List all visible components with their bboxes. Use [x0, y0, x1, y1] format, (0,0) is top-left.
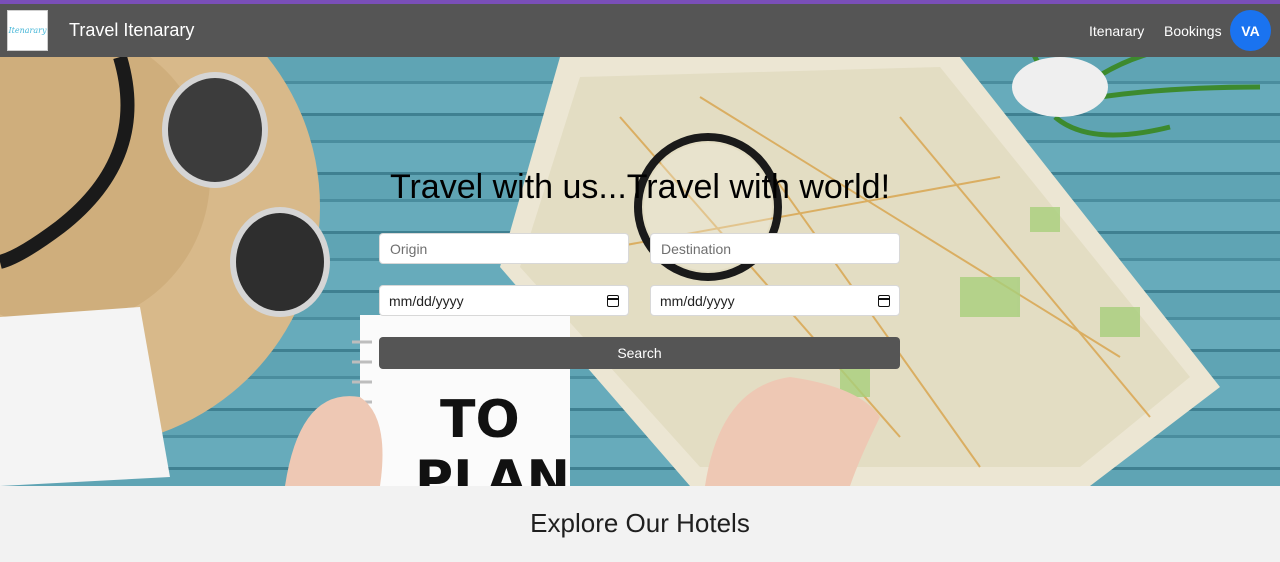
hero-headline: Travel with us...Travel with world!	[389, 168, 891, 206]
navbar: Itenarary Travel Itenarary Itenarary Boo…	[0, 4, 1280, 57]
logo[interactable]: Itenarary	[7, 10, 48, 51]
svg-text:PLAN: PLAN	[415, 450, 570, 486]
start-date-input[interactable]: mm/dd/yyyy	[379, 285, 629, 316]
start-date-placeholder: mm/dd/yyyy	[389, 292, 464, 309]
nav-link-itenarary[interactable]: Itenarary	[1089, 23, 1144, 39]
explore-hotels-title: Explore Our Hotels	[530, 508, 750, 538]
calendar-icon[interactable]	[878, 294, 890, 307]
nav-link-bookings[interactable]: Bookings	[1164, 23, 1222, 39]
destination-input[interactable]	[650, 233, 900, 264]
search-button[interactable]: Search	[379, 337, 900, 369]
avatar[interactable]: VA	[1230, 10, 1271, 51]
brand-title[interactable]: Travel Itenarary	[69, 20, 194, 40]
svg-text:TO: TO	[440, 390, 520, 450]
calendar-icon[interactable]	[607, 294, 619, 307]
end-date-input[interactable]: mm/dd/yyyy	[650, 285, 900, 316]
hero-section: TO PLAN Travel with us...Travel with wor…	[0, 57, 1280, 486]
origin-input[interactable]	[379, 233, 629, 264]
hero-background-image: TO PLAN	[0, 57, 1261, 486]
end-date-placeholder: mm/dd/yyyy	[660, 292, 735, 309]
